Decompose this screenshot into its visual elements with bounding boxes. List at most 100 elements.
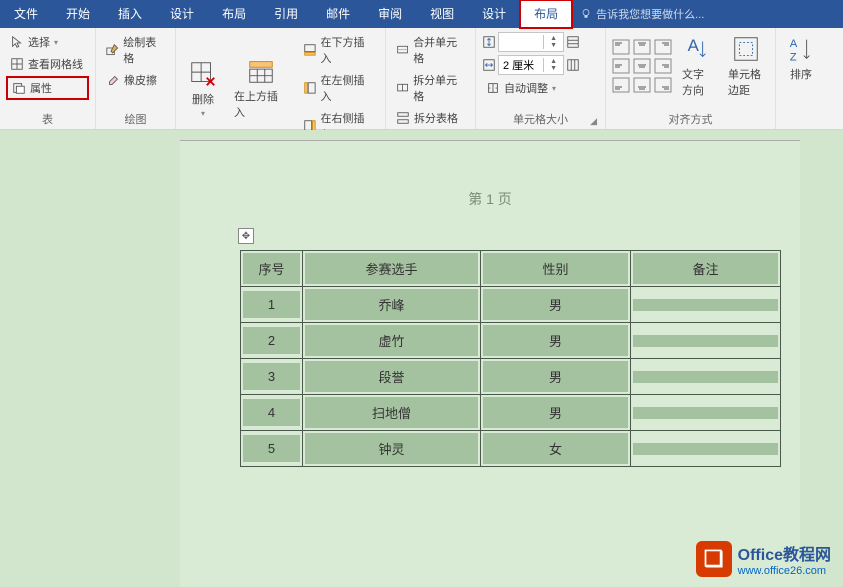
group-rows-cols: 删除 ▾ 在上方插入 在下方插入 在左侧插入 在右侧插入 [176, 28, 386, 129]
cell-margins-button[interactable]: 单元格边距 [722, 32, 769, 100]
pencil-table-icon [106, 43, 119, 57]
lightbulb-icon [580, 8, 592, 20]
watermark: ❑ Office教程网 www.office26.com [696, 541, 831, 577]
autofit-icon [486, 81, 500, 95]
menu-table-layout[interactable]: 布局 [520, 0, 572, 28]
group-label-cellsize: 单元格大小 ◢ [482, 111, 599, 129]
draw-table-button[interactable]: 绘制表格 [102, 32, 169, 68]
dropdown-icon: ▾ [54, 38, 58, 47]
table-row: 1乔峰男 [241, 287, 781, 323]
watermark-title: Office教程网 [738, 541, 831, 565]
row-height-icon [482, 35, 496, 49]
menu-home[interactable]: 开始 [52, 0, 104, 28]
spin-up-icon[interactable]: ▲ [546, 35, 561, 42]
group-merge: 合并单元格 拆分单元格 拆分表格 合并 ◢ [386, 28, 476, 129]
align-bot-right-icon[interactable] [654, 77, 672, 93]
properties-icon [12, 81, 26, 95]
spin-up-icon[interactable]: ▲ [546, 58, 561, 65]
insert-left-button[interactable]: 在左侧插入 [299, 70, 379, 106]
merge-cells-button[interactable]: 合并单元格 [392, 32, 469, 68]
col-header[interactable]: 备注 [633, 253, 778, 284]
svg-text:A: A [688, 36, 700, 55]
table-row: 3段誉男 [241, 359, 781, 395]
autofit-button[interactable]: 自动调整 ▾ [482, 78, 599, 98]
office-logo-icon: ❑ [696, 541, 732, 577]
split-cells-icon [396, 81, 409, 95]
align-top-center-icon[interactable] [633, 39, 651, 55]
group-label-table: 表 [6, 111, 89, 129]
table-header-row: 序号 参赛选手 性别 备注 [241, 251, 781, 287]
col-header[interactable]: 性别 [483, 253, 628, 284]
svg-text:Z: Z [790, 51, 797, 63]
text-direction-icon: A [682, 34, 712, 64]
menu-layout[interactable]: 布局 [208, 0, 260, 28]
align-mid-left-icon[interactable] [612, 58, 630, 74]
split-table-button[interactable]: 拆分表格 [392, 108, 469, 128]
dropdown-icon: ▾ [552, 84, 556, 93]
cell-margins-icon [731, 34, 761, 64]
menu-references[interactable]: 引用 [260, 0, 312, 28]
align-top-left-icon[interactable] [612, 39, 630, 55]
spin-down-icon[interactable]: ▼ [546, 42, 561, 49]
distribute-rows-icon[interactable] [566, 35, 580, 49]
align-bot-left-icon[interactable] [612, 77, 630, 93]
sort-button[interactable]: AZ 排序 [782, 32, 820, 84]
group-cell-size: ▲▼ 2 厘米 ▲▼ 自动调整 ▾ 单元格大小 ◢ [476, 28, 606, 129]
gridlines-icon [10, 57, 24, 71]
group-label-alignment: 对齐方式 [612, 111, 769, 129]
dialog-launcher-icon[interactable]: ◢ [590, 116, 597, 127]
insert-below-icon [303, 43, 317, 57]
svg-text:A: A [790, 38, 798, 50]
group-draw: 绘制表格 橡皮擦 绘图 [96, 28, 176, 129]
col-width-input[interactable]: 2 厘米 ▲▼ [498, 55, 564, 75]
col-header[interactable]: 序号 [243, 253, 300, 284]
delete-table-icon [188, 59, 218, 89]
menu-insert[interactable]: 插入 [104, 0, 156, 28]
group-table: 选择 ▾ 查看网格线 属性 表 [0, 28, 96, 129]
menu-view[interactable]: 视图 [416, 0, 468, 28]
group-label-draw: 绘图 [102, 111, 169, 129]
align-top-right-icon[interactable] [654, 39, 672, 55]
merge-cells-icon [396, 43, 409, 57]
menu-bar: 文件 开始 插入 设计 布局 引用 邮件 审阅 视图 设计 布局 告诉我您想要做… [0, 0, 843, 28]
col-width-icon [482, 58, 496, 72]
table-row: 2虚竹男 [241, 323, 781, 359]
col-header[interactable]: 参赛选手 [305, 253, 478, 284]
eraser-icon [106, 73, 120, 87]
select-button[interactable]: 选择 ▾ [6, 32, 89, 52]
sort-icon: AZ [786, 34, 816, 64]
table-move-handle-icon[interactable]: ✥ [238, 228, 254, 244]
dropdown-icon: ▾ [201, 109, 205, 118]
insert-above-icon [246, 56, 276, 86]
table-row: 4扫地僧男 [241, 395, 781, 431]
align-bot-center-icon[interactable] [633, 77, 651, 93]
insert-left-icon [303, 81, 317, 95]
group-label-data [782, 127, 820, 129]
menu-file[interactable]: 文件 [0, 0, 52, 28]
spin-down-icon[interactable]: ▼ [546, 65, 561, 72]
row-height-input[interactable]: ▲▼ [498, 32, 564, 52]
align-mid-center-icon[interactable] [633, 58, 651, 74]
view-gridlines-button[interactable]: 查看网格线 [6, 54, 89, 74]
group-data: AZ 排序 [776, 28, 826, 129]
properties-button[interactable]: 属性 [6, 76, 89, 100]
delete-button[interactable]: 删除 ▾ [182, 32, 224, 144]
eraser-button[interactable]: 橡皮擦 [102, 70, 169, 90]
page-number-label: 第 1 页 [180, 141, 800, 239]
menu-review[interactable]: 审阅 [364, 0, 416, 28]
align-mid-right-icon[interactable] [654, 58, 672, 74]
split-cells-button[interactable]: 拆分单元格 [392, 70, 469, 106]
distribute-cols-icon[interactable] [566, 58, 580, 72]
group-alignment: A 文字方向 单元格边距 对齐方式 [606, 28, 776, 129]
text-direction-button[interactable]: A 文字方向 [676, 32, 718, 100]
menu-table-design[interactable]: 设计 [468, 0, 520, 28]
menu-mailings[interactable]: 邮件 [312, 0, 364, 28]
ribbon: 选择 ▾ 查看网格线 属性 表 绘制表格 橡皮擦 绘图 [0, 28, 843, 130]
tell-me-prompt[interactable]: 告诉我您想要做什么... [580, 6, 704, 22]
split-table-icon [396, 111, 410, 125]
insert-below-button[interactable]: 在下方插入 [299, 32, 379, 68]
insert-above-button[interactable]: 在上方插入 [228, 32, 295, 144]
document-table[interactable]: 序号 参赛选手 性别 备注 1乔峰男 2虚竹男 3段誉男 4扫地僧男 5钟灵女 [240, 250, 781, 467]
menu-design[interactable]: 设计 [156, 0, 208, 28]
watermark-url: www.office26.com [738, 565, 831, 577]
